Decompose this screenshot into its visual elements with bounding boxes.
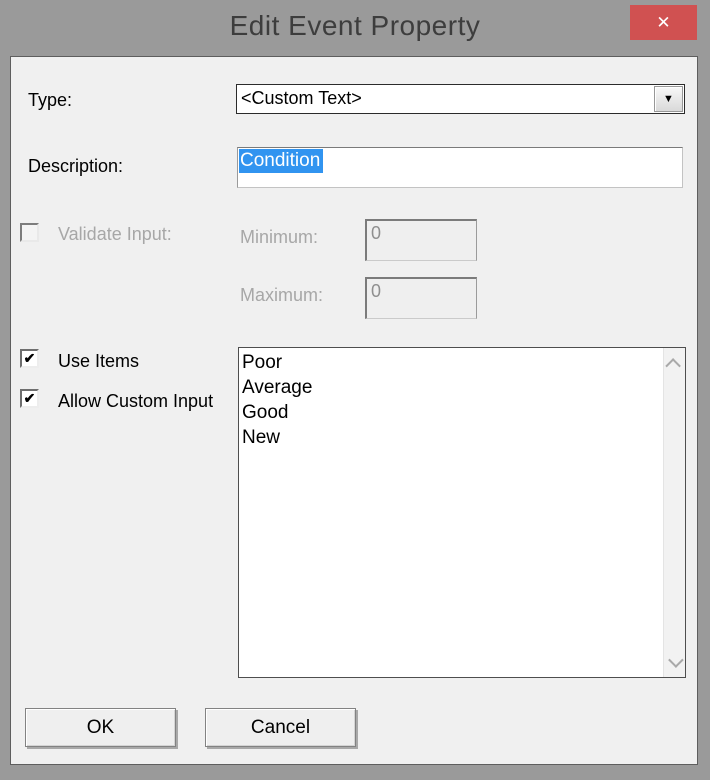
use-items-label: Use Items — [58, 351, 139, 372]
scroll-up-button[interactable] — [664, 354, 685, 374]
listbox-scrollbar[interactable] — [663, 348, 685, 677]
list-item[interactable]: Poor — [239, 350, 663, 375]
maximum-value: 0 — [371, 281, 381, 302]
validate-input-label: Validate Input: — [58, 224, 172, 245]
list-item[interactable]: Average — [239, 375, 663, 400]
list-item[interactable]: Good — [239, 400, 663, 425]
dialog-title: Edit Event Property — [0, 0, 710, 52]
scroll-down-button[interactable] — [664, 651, 685, 671]
close-icon: ✕ — [656, 14, 670, 31]
edit-event-property-dialog: Edit Event Property ✕ Type: <Custom Text… — [0, 0, 710, 780]
description-input[interactable]: Condition — [237, 147, 683, 188]
close-button[interactable]: ✕ — [630, 5, 697, 40]
chevron-down-icon — [668, 652, 684, 668]
list-item[interactable]: New — [239, 425, 663, 450]
dialog-content: Type: <Custom Text> ▼ Description: Condi… — [10, 56, 698, 765]
allow-custom-input-checkbox[interactable]: ✔ — [20, 389, 39, 408]
minimum-input: 0 — [365, 219, 477, 261]
check-icon: ✔ — [24, 391, 36, 405]
check-icon: ✔ — [24, 351, 36, 365]
items-listbox[interactable]: Poor Average Good New — [238, 347, 686, 678]
type-dropdown-button[interactable]: ▼ — [654, 86, 683, 112]
type-dropdown[interactable]: <Custom Text> ▼ — [236, 84, 685, 114]
maximum-label: Maximum: — [240, 285, 323, 306]
chevron-down-icon: ▼ — [663, 94, 674, 105]
items-list: Poor Average Good New — [239, 350, 663, 450]
minimum-label: Minimum: — [240, 227, 318, 248]
cancel-button[interactable]: Cancel — [205, 708, 356, 747]
description-selected-text: Condition — [239, 149, 323, 173]
title-bar: Edit Event Property ✕ — [0, 0, 710, 56]
use-items-checkbox[interactable]: ✔ — [20, 349, 39, 368]
type-dropdown-value: <Custom Text> — [241, 88, 362, 109]
description-label: Description: — [28, 156, 123, 177]
type-label: Type: — [28, 90, 72, 111]
allow-custom-input-label: Allow Custom Input — [58, 391, 213, 412]
chevron-up-icon — [665, 358, 681, 374]
validate-input-checkbox — [20, 223, 39, 242]
ok-button[interactable]: OK — [25, 708, 176, 747]
maximum-input: 0 — [365, 277, 477, 319]
minimum-value: 0 — [371, 223, 381, 244]
